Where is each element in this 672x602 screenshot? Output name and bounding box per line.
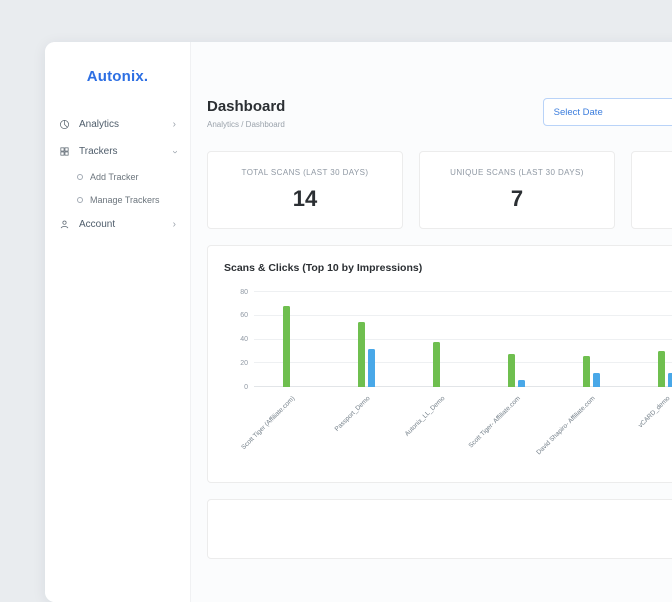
y-axis-tick: 80: [224, 289, 248, 296]
x-axis-label: Scott Tiger (Affiliate.com): [240, 395, 296, 451]
y-axis-tick: 40: [224, 336, 248, 343]
select-date-label: Select Date: [554, 107, 603, 118]
x-axis-label-cell: David Shapiro- Affiliate.com: [554, 387, 629, 459]
title-block: Dashboard Analytics / Dashboard: [207, 98, 285, 129]
trackers-icon: [59, 146, 70, 157]
app-logo: Autonix.: [45, 68, 190, 85]
page-title: Dashboard: [207, 98, 285, 115]
bar-group: [629, 292, 672, 387]
sidebar-item-label: Analytics: [79, 119, 119, 130]
stat-label: TOTAL SCANS (LAST 30 DAYS): [242, 168, 369, 177]
app-window: Autonix. Analytics › Trackers › Add Trac…: [45, 42, 672, 602]
x-axis-label: Autonix_LL_Demo: [404, 395, 447, 438]
bottom-card-partial: [207, 499, 672, 559]
chevron-right-icon: ›: [173, 220, 176, 230]
x-axis-label: vCARD_demo: [637, 395, 671, 429]
x-axis-label-cell: vCARD_demo: [629, 387, 672, 459]
bar-group: [404, 292, 479, 387]
sidebar-subitem-add-tracker[interactable]: Add Tracker: [45, 165, 190, 188]
bar-group: [479, 292, 554, 387]
stat-card-unique-scans: UNIQUE SCANS (LAST 30 DAYS) 7: [419, 151, 615, 229]
stat-value: 7: [511, 186, 523, 212]
chart-bar-scans: [508, 354, 515, 387]
stat-card-total-scans: TOTAL SCANS (LAST 30 DAYS) 14: [207, 151, 403, 229]
page-header: Dashboard Analytics / Dashboard Select D…: [207, 98, 672, 129]
chart-bar-scans: [358, 322, 365, 387]
bar-group: [254, 292, 329, 387]
sidebar-item-analytics[interactable]: Analytics ›: [45, 111, 190, 138]
chevron-right-icon: ›: [173, 120, 176, 130]
chart-bar-scans: [658, 351, 665, 387]
sidebar: Autonix. Analytics › Trackers › Add Trac…: [45, 42, 191, 602]
main-content: Dashboard Analytics / Dashboard Select D…: [191, 42, 672, 602]
header-controls: Select Date › Tag Group: [543, 98, 672, 126]
bars-row: [254, 292, 672, 387]
chevron-down-icon: ›: [169, 150, 179, 153]
x-axis-label: Passport_Demo: [334, 395, 372, 433]
chart-bar-clicks: [668, 373, 672, 387]
breadcrumb: Analytics / Dashboard: [207, 120, 285, 129]
y-axis-tick: 0: [224, 384, 248, 391]
chart-bar-clicks: [593, 373, 600, 387]
analytics-icon: [59, 119, 70, 130]
stat-label: UNIQUE SCANS (LAST 30 DAYS): [450, 168, 584, 177]
chart-card: Scans & Clicks (Top 10 by Impressions) 0…: [207, 245, 672, 483]
bar-chart: 020406080 Scott Tiger (Affiliate.com)Pas…: [224, 292, 672, 459]
y-axis-tick: 20: [224, 360, 248, 367]
chart-bar-clicks: [368, 349, 375, 387]
chart-bar-clicks: [518, 380, 525, 387]
x-axis-label-cell: Passport_Demo: [329, 387, 404, 459]
chart-title: Scans & Clicks (Top 10 by Impressions): [224, 262, 672, 274]
sidebar-subitem-manage-trackers[interactable]: Manage Trackers: [45, 188, 190, 211]
chart-bar-scans: [283, 306, 290, 387]
subitem-label: Manage Trackers: [90, 195, 160, 205]
subitem-label: Add Tracker: [90, 172, 139, 182]
chart-bar-scans: [433, 342, 440, 387]
x-axis-label-cell: Autonix_LL_Demo: [404, 387, 479, 459]
bar-group: [554, 292, 629, 387]
chart-plot: 020406080: [254, 292, 672, 387]
select-date-dropdown[interactable]: Select Date ›: [543, 98, 672, 126]
sidebar-item-account[interactable]: Account ›: [45, 211, 190, 238]
sidebar-item-label: Trackers: [79, 146, 118, 157]
stat-value: 14: [293, 186, 317, 212]
chart-x-labels: Scott Tiger (Affiliate.com)Passport_Demo…: [254, 387, 672, 459]
stat-card-partial: [631, 151, 672, 229]
x-axis-label-cell: Scott Tiger (Affiliate.com): [254, 387, 329, 459]
stats-row: TOTAL SCANS (LAST 30 DAYS) 14 UNIQUE SCA…: [207, 151, 672, 229]
sidebar-item-trackers[interactable]: Trackers ›: [45, 138, 190, 165]
chart-bar-scans: [583, 356, 590, 387]
bar-group: [329, 292, 404, 387]
sidebar-item-label: Account: [79, 219, 115, 230]
y-axis-tick: 60: [224, 312, 248, 319]
account-icon: [59, 219, 70, 230]
